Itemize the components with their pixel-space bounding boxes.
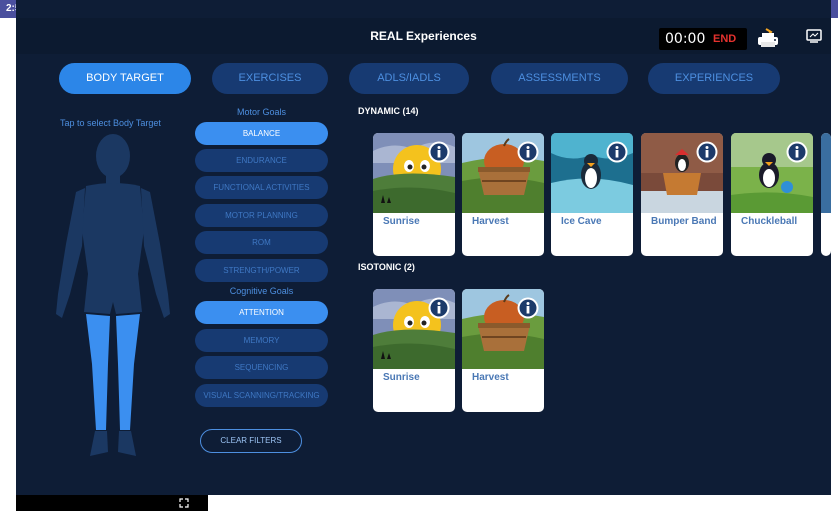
session-timer-box: 00:00 END [659,28,747,50]
partial-card-thumbnail [821,133,831,213]
experience-card-partial[interactable] [821,133,831,256]
experience-card-harvest[interactable]: Harvest [462,133,544,256]
app-header: REAL Experiences 00:00 END [16,18,831,54]
card-title: Ice Cave [561,216,602,227]
info-icon[interactable] [428,297,450,319]
tablet-device: 2:58 PM •• ▮ REAL Experiences 00:00 END [0,0,838,511]
card-title: Sunrise [383,372,420,383]
filter-balance[interactable]: BALANCE [195,122,328,145]
filter-functional-activities[interactable]: FUNCTIONAL ACTIVITIES [195,176,328,199]
tab-exercises[interactable]: EXERCISES [212,63,328,94]
filter-sequencing[interactable]: SEQUENCING [195,356,328,379]
body-part-left-leg[interactable] [86,314,110,430]
tab-body-target[interactable]: BODY TARGET [59,63,191,94]
body-part-left-arm[interactable] [56,188,85,318]
info-icon[interactable] [786,141,808,163]
info-icon[interactable] [517,141,539,163]
experience-card-sunrise[interactable]: Sunrise [373,289,455,412]
card-title: Harvest [472,216,509,227]
end-session-button[interactable]: END [713,33,736,45]
clear-filters-button[interactable]: CLEAR FILTERS [200,429,302,453]
info-icon[interactable] [696,141,718,163]
experience-card-harvest[interactable]: Harvest [462,289,544,412]
app-screen: REAL Experiences 00:00 END BODY TARGET E… [16,0,831,495]
card-title: Bumper Band [651,216,717,227]
experience-card-ice-cave[interactable]: Ice Cave [551,133,633,256]
body-part-left-foot[interactable] [90,431,108,456]
body-part-head[interactable] [96,134,130,178]
body-part-hips[interactable] [84,274,142,314]
session-timer: 00:00 [665,31,706,47]
card-title: Harvest [472,372,509,383]
body-target-hint: Tap to select Body Target [60,118,161,128]
experience-card-sunrise[interactable]: Sunrise [373,133,455,256]
filter-strength-power[interactable]: STRENGTH/POWER [195,259,328,282]
cognitive-goals-header: Cognitive Goals [229,286,294,296]
body-part-neck[interactable] [106,174,120,184]
filter-motor-planning[interactable]: MOTOR PLANNING [195,204,328,227]
card-title: Sunrise [383,216,420,227]
tab-experiences[interactable]: EXPERIENCES [648,63,780,94]
filter-attention[interactable]: ATTENTION [195,301,328,324]
fullscreen-icon[interactable] [179,498,189,508]
section-label-dynamic: DYNAMIC (14) [358,106,419,116]
section-label-isotonic: ISOTONIC (2) [358,262,415,272]
filter-visual-scanning-tracking[interactable]: VISUAL SCANNING/TRACKING [195,384,328,407]
body-part-right-arm[interactable] [141,188,170,318]
body-part-torso[interactable] [82,183,144,274]
motor-goals-header: Motor Goals [236,107,287,117]
experience-card-chuckleball[interactable]: Chuckleball [731,133,813,256]
printer-icon[interactable] [756,27,780,49]
body-part-right-leg[interactable] [116,314,140,430]
info-icon[interactable] [428,141,450,163]
info-icon[interactable] [606,141,628,163]
body-part-right-foot[interactable] [118,431,136,456]
tab-assessments[interactable]: ASSESSMENTS [491,63,628,94]
info-icon[interactable] [517,297,539,319]
tab-adls-iadls[interactable]: ADLS/IADLS [349,63,469,94]
experience-card-bumper-band[interactable]: Bumper Band [641,133,723,256]
body-target-figure[interactable] [38,134,188,464]
filter-memory[interactable]: MEMORY [195,329,328,352]
filter-rom[interactable]: ROM [195,231,328,254]
cast-screen-icon[interactable] [806,29,822,43]
filter-endurance[interactable]: ENDURANCE [195,149,328,172]
card-title: Chuckleball [741,216,798,227]
system-nav-strip [16,495,208,511]
